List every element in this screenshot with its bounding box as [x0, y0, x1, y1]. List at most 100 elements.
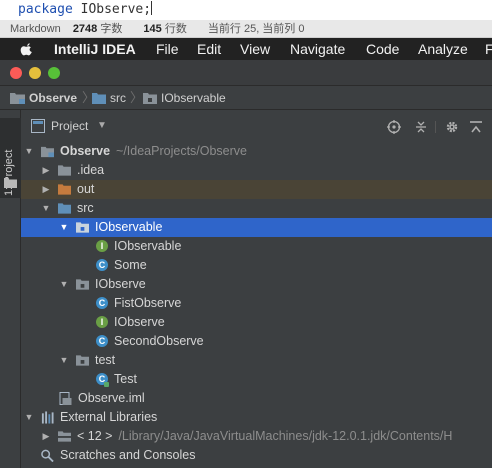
tree-label: IObservable	[95, 220, 163, 234]
chevron-right-icon: 〉	[130, 90, 144, 105]
expand-arrow-icon[interactable]: ▼	[41, 199, 51, 218]
breadcrumb-package[interactable]: IObservable	[143, 86, 226, 110]
tree-row-out[interactable]: ▶ out	[21, 180, 492, 199]
jdk-folder-icon	[58, 431, 71, 442]
tree-row-idea[interactable]: ▶ .idea	[21, 161, 492, 180]
keyword-package: package	[18, 2, 73, 17]
menu-edit[interactable]: Edit	[197, 38, 221, 60]
menu-view[interactable]: View	[240, 38, 270, 60]
tree-label: Scratches and Consoles	[60, 448, 196, 462]
navigation-breadcrumb: Observe 〉 src 〉 IObservable	[0, 86, 492, 110]
breadcrumb-project[interactable]: Observe	[10, 86, 77, 110]
collapsed-arrow-icon[interactable]: ▶	[41, 180, 51, 199]
text-cursor	[151, 1, 153, 15]
tree-row-src[interactable]: ▼ src	[21, 199, 492, 218]
breadcrumb-src[interactable]: src	[92, 86, 126, 110]
tree-row-observe-iml[interactable]: Observe.iml	[21, 389, 492, 408]
expand-arrow-icon[interactable]: ▼	[24, 408, 34, 427]
expand-arrow-icon[interactable]: ▼	[59, 351, 69, 370]
package-identifier: IObserve;	[80, 2, 152, 17]
tree-label: IObserve	[114, 315, 165, 329]
close-window-button[interactable]	[10, 67, 22, 79]
tree-row-external-libraries[interactable]: ▼ External Libraries	[21, 408, 492, 427]
editor-code-line[interactable]: package IObserve;	[0, 0, 492, 20]
status-lines: 145 行数	[143, 23, 195, 35]
expand-arrow-icon[interactable]: ▼	[24, 142, 34, 161]
status-words: 2748 字数	[73, 23, 132, 35]
tree-row-secondobserve-class[interactable]: C SecondObserve	[21, 332, 492, 351]
tree-label: test	[95, 353, 116, 367]
source-folder-icon	[58, 203, 71, 214]
tree-label: FistObserve	[114, 296, 182, 310]
tree-label: External Libraries	[60, 410, 158, 424]
package-icon	[76, 279, 89, 290]
menu-analyze[interactable]: Analyze	[418, 38, 468, 60]
tool-window-strip: 1: Project	[0, 110, 21, 468]
tree-row-test-class[interactable]: C Test	[21, 370, 492, 389]
run-badge-icon	[104, 382, 109, 387]
expand-arrow-icon[interactable]: ▼	[59, 275, 69, 294]
menu-navigate[interactable]: Navigate	[290, 38, 345, 60]
tree-label: Observe ~/IdeaProjects/Observe	[60, 142, 247, 161]
word-unit: 字数	[100, 23, 123, 35]
menu-code[interactable]: Code	[366, 38, 399, 60]
toolbar-divider	[435, 121, 436, 133]
collapsed-arrow-icon[interactable]: ▶	[41, 161, 51, 180]
tree-label: SecondObserve	[114, 334, 204, 348]
tree-row-scratches[interactable]: Scratches and Consoles	[21, 446, 492, 465]
view-dropdown-icon[interactable]: ▼	[97, 114, 107, 138]
tree-row-project-root[interactable]: ▼ Observe ~/IdeaProjects/Observe	[21, 142, 492, 161]
class-icon: C	[96, 297, 108, 309]
interface-icon: I	[96, 316, 108, 328]
line-count: 145	[143, 23, 162, 35]
library-icon	[41, 411, 54, 424]
tree-label: src	[77, 201, 94, 215]
project-panel-header: Project ▼	[21, 114, 492, 138]
excluded-folder-icon	[58, 184, 71, 195]
tree-row-iobservable-interface[interactable]: I IObservable	[21, 237, 492, 256]
gear-icon[interactable]	[445, 120, 459, 134]
zoom-window-button[interactable]	[48, 67, 60, 79]
status-cursor-position: 当前行 25, 当前列 0	[207, 23, 305, 35]
module-file-icon	[59, 392, 72, 405]
window-title-bar	[0, 60, 492, 86]
menu-refactor-truncated[interactable]: F	[485, 38, 492, 60]
collapse-all-icon[interactable]	[414, 120, 428, 134]
project-path: ~/IdeaProjects/Observe	[116, 144, 248, 158]
tree-row-fistobserve-class[interactable]: C FistObserve	[21, 294, 492, 313]
menu-file[interactable]: File	[156, 38, 179, 60]
breadcrumb-label: src	[110, 91, 126, 105]
folder-icon	[4, 178, 17, 188]
tree-row-iobservable-package[interactable]: ▼ IObservable	[21, 218, 492, 237]
collapsed-arrow-icon[interactable]: ▶	[41, 427, 51, 446]
class-icon: C	[96, 335, 108, 347]
scratches-icon	[41, 449, 54, 462]
interface-icon: I	[96, 240, 108, 252]
apple-logo-icon[interactable]	[20, 42, 34, 56]
hide-panel-icon[interactable]	[469, 120, 483, 134]
class-icon: C	[96, 259, 108, 271]
tree-row-jdk[interactable]: ▶ < 12 > /Library/Java/JavaVirtualMachine…	[21, 427, 492, 446]
menu-app-name[interactable]: IntelliJ IDEA	[54, 38, 136, 60]
expand-arrow-icon[interactable]: ▼	[59, 218, 69, 237]
locate-target-icon[interactable]	[387, 120, 401, 134]
tree-row-some-class[interactable]: C Some	[21, 256, 492, 275]
project-tab-label: 1: Project	[3, 149, 15, 196]
tree-row-test-package[interactable]: ▼ test	[21, 351, 492, 370]
breadcrumb-label: IObservable	[161, 91, 226, 105]
word-count: 2748	[72, 23, 98, 35]
project-tool-tab[interactable]: 1: Project	[0, 118, 21, 198]
tree-row-iobserve-interface[interactable]: I IObserve	[21, 313, 492, 332]
status-mode: Markdown	[10, 23, 61, 35]
project-view-icon	[31, 119, 45, 133]
markdown-status-bar: Markdown 2748 字数 145 行数 当前行 25, 当前列 0	[0, 20, 492, 38]
tree-label: < 12 > /Library/Java/JavaVirtualMachines/…	[77, 427, 452, 446]
tree-row-iobserve-package[interactable]: ▼ IObserve	[21, 275, 492, 294]
breadcrumb-label: Observe	[29, 91, 78, 105]
jdk-path: /Library/Java/JavaVirtualMachines/jdk-12…	[118, 429, 453, 443]
minimize-window-button[interactable]	[29, 67, 41, 79]
folder-icon	[58, 165, 71, 176]
panel-title[interactable]: Project	[51, 114, 88, 138]
project-name: Observe	[60, 144, 111, 158]
jdk-version: < 12 >	[77, 429, 113, 443]
